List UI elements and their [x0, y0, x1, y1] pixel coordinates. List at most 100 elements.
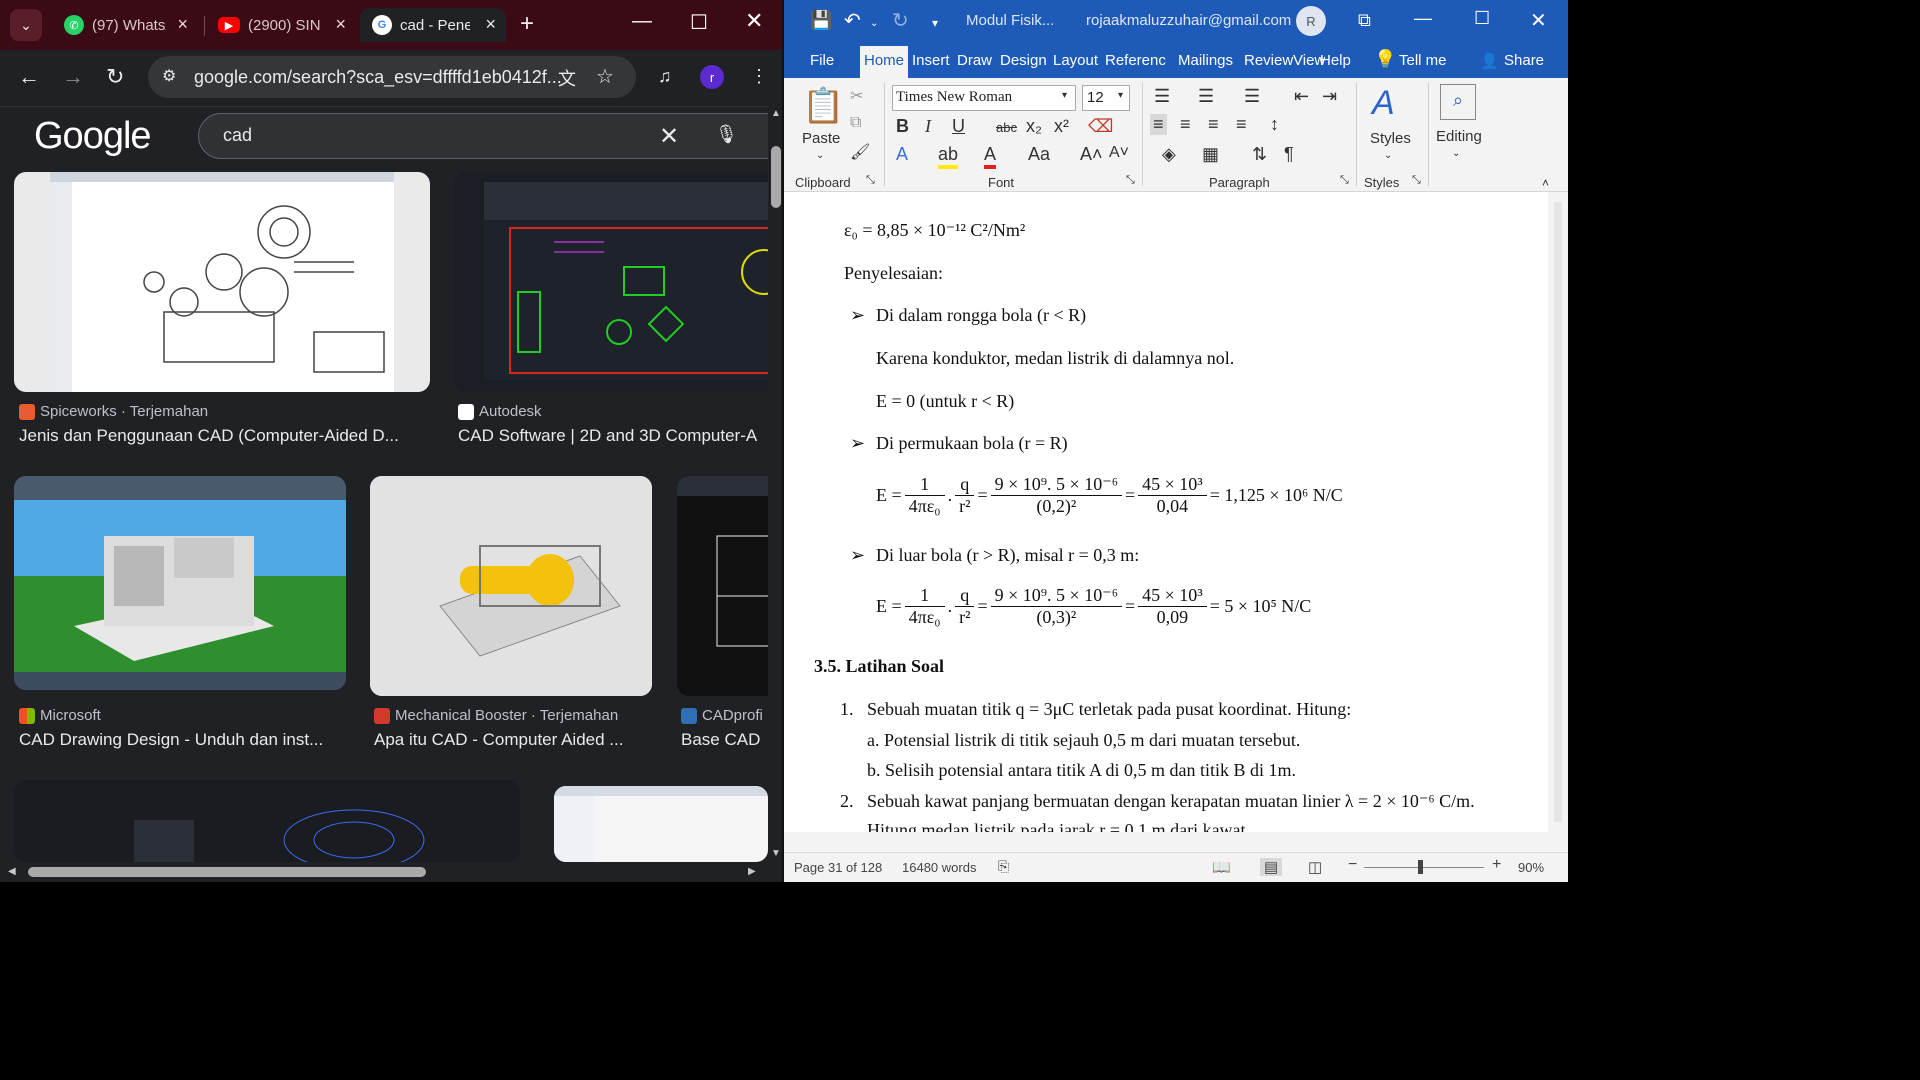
share-button[interactable]: Share — [1504, 52, 1544, 69]
tab-design[interactable]: Design — [1000, 52, 1047, 69]
tab-layout[interactable]: Layout — [1053, 52, 1098, 69]
superscript-button[interactable]: x² — [1054, 116, 1069, 137]
show-formatting-icon[interactable]: ¶ — [1284, 144, 1294, 165]
close-tab-icon[interactable]: × — [485, 14, 496, 35]
zoom-slider-thumb[interactable] — [1418, 860, 1423, 874]
bold-button[interactable]: B — [896, 116, 909, 137]
account-avatar[interactable]: R — [1296, 6, 1326, 36]
scroll-down-icon[interactable]: ▼ — [771, 848, 781, 859]
maximize-button[interactable]: ☐ — [1474, 8, 1490, 29]
media-controls-icon[interactable]: ♫ — [658, 66, 672, 87]
tab-file[interactable]: File — [810, 52, 834, 69]
tab-insert[interactable]: Insert — [912, 52, 950, 69]
align-right-button[interactable]: ≡ — [1208, 114, 1219, 135]
dialog-launcher-icon[interactable]: ⤡ — [1412, 174, 1421, 187]
font-name-input[interactable]: Times New Roman — [892, 85, 1076, 111]
result-title[interactable]: Jenis dan Penggunaan CAD (Computer-Aided… — [19, 426, 429, 446]
account-email[interactable]: rojaakmaluzzuhair@gmail.com — [1086, 12, 1291, 29]
paste-options-icon[interactable]: ⌄ — [816, 150, 824, 161]
word-count[interactable]: 16480 words — [902, 860, 976, 875]
styles-dropdown-icon[interactable]: ⌄ — [1384, 150, 1392, 161]
multilevel-list-icon[interactable]: ☰ — [1244, 86, 1260, 107]
scrollbar-thumb[interactable] — [771, 146, 781, 208]
scrollbar-thumb[interactable] — [28, 867, 426, 877]
read-mode-icon[interactable]: 📖 — [1212, 858, 1231, 876]
save-icon[interactable]: 💾 — [810, 10, 832, 31]
close-window-button[interactable]: ✕ — [745, 8, 763, 34]
editing-button[interactable]: Editing — [1436, 128, 1482, 145]
microphone-icon[interactable]: 🎙 — [715, 124, 738, 145]
text-effects-icon[interactable]: A — [896, 144, 908, 165]
font-dropdown-icon[interactable]: ▾ — [1062, 90, 1067, 101]
bullets-icon[interactable]: ☰ — [1154, 86, 1170, 107]
dialog-launcher-icon[interactable]: ⤡ — [1340, 174, 1349, 187]
underline-button[interactable]: U — [952, 116, 965, 137]
scrollbar-track[interactable] — [1554, 202, 1562, 822]
paste-button[interactable]: Paste — [802, 130, 840, 147]
highlight-icon[interactable]: ab — [938, 144, 959, 169]
dialog-launcher-icon[interactable]: ⤡ — [1126, 174, 1135, 187]
size-dropdown-icon[interactable]: ▾ — [1118, 90, 1123, 101]
result-title[interactable]: Base CAD — [681, 730, 771, 750]
reload-icon[interactable]: ↻ — [106, 64, 124, 90]
scroll-left-icon[interactable]: ◀ — [8, 866, 16, 877]
paste-icon[interactable]: 📋 — [802, 86, 844, 126]
minimize-button[interactable]: — — [632, 10, 652, 33]
scroll-up-icon[interactable]: ▲ — [771, 108, 781, 119]
borders-icon[interactable]: ▦ — [1202, 144, 1219, 165]
profile-avatar[interactable]: r — [700, 65, 724, 89]
tell-me-search[interactable]: Tell me — [1399, 52, 1447, 69]
shrink-font-icon[interactable]: A˅ — [1109, 144, 1129, 162]
line-spacing-icon[interactable]: ↕ — [1270, 114, 1279, 135]
subscript-button[interactable]: x₂ — [1026, 116, 1042, 137]
italic-button[interactable]: I — [925, 116, 931, 137]
format-painter-icon[interactable]: 🖌 — [850, 142, 870, 162]
result-image-spiceworks[interactable] — [14, 172, 430, 392]
bookmark-star-icon[interactable]: ☆ — [596, 64, 614, 89]
share-icon[interactable]: 👤 — [1480, 52, 1499, 70]
close-tab-icon[interactable]: × — [177, 14, 188, 35]
result-title[interactable]: CAD Software | 2D and 3D Computer-A — [458, 426, 768, 446]
undo-icon[interactable]: ↶ — [844, 8, 861, 33]
result-title[interactable]: Apa itu CAD - Computer Aided ... — [374, 730, 644, 750]
tab-search-button[interactable]: ⌄ — [10, 9, 42, 41]
result-source[interactable]: Mechanical Booster · Terjemahan — [374, 707, 664, 724]
tab-references[interactable]: Referenc — [1105, 52, 1166, 69]
search-input[interactable]: cad — [223, 125, 252, 146]
zoom-level[interactable]: 90% — [1518, 860, 1544, 875]
strikethrough-button[interactable]: abc — [996, 120, 1017, 135]
copy-icon[interactable]: ⧉ — [850, 114, 861, 132]
print-layout-icon[interactable]: ▤ — [1260, 858, 1283, 876]
find-icon[interactable]: ⌕ — [1440, 84, 1476, 120]
change-case-icon[interactable]: Aa — [1028, 144, 1050, 165]
zoom-slider[interactable] — [1364, 867, 1484, 868]
zoom-out-icon[interactable]: − — [1348, 856, 1357, 874]
decrease-indent-icon[interactable]: ⇤ — [1294, 86, 1309, 107]
tab-review[interactable]: Review — [1244, 52, 1293, 69]
search-box[interactable]: cad ✕ 🎙 — [198, 113, 784, 159]
tab-help[interactable]: Help — [1320, 52, 1351, 69]
ribbon-display-options-icon[interactable]: ⧉ — [1358, 10, 1371, 31]
tab-whatsapp[interactable]: ✆ (97) WhatsApp × — [52, 8, 198, 42]
result-image-partial[interactable] — [554, 786, 768, 862]
result-image-partial[interactable] — [14, 780, 520, 862]
maximize-button[interactable]: ☐ — [690, 10, 708, 35]
scroll-right-icon[interactable]: ▶ — [748, 866, 756, 877]
document-vertical-scrollbar[interactable] — [1548, 192, 1568, 832]
redo-icon[interactable]: ↻ — [892, 8, 909, 33]
minimize-button[interactable]: — — [1414, 8, 1432, 29]
web-layout-icon[interactable]: ◫ — [1308, 858, 1322, 876]
result-image-microsoft[interactable] — [14, 476, 346, 690]
cut-icon[interactable]: ✂ — [850, 86, 863, 106]
dialog-launcher-icon[interactable]: ⤡ — [866, 174, 875, 187]
close-window-button[interactable]: ✕ — [1530, 8, 1547, 33]
document-page[interactable]: ε₀ = 8,85 × 10⁻¹² C²/Nm² Penyelesaian: ➢… — [784, 192, 1548, 832]
back-icon[interactable]: ← — [18, 64, 40, 90]
grow-font-icon[interactable]: A˄ — [1080, 144, 1103, 165]
sort-icon[interactable]: ⇅ — [1252, 144, 1267, 165]
forward-icon[interactable]: → — [62, 64, 84, 90]
collapse-ribbon-icon[interactable]: ˄ — [1542, 176, 1549, 190]
clear-formatting-icon[interactable]: ⌫ — [1088, 116, 1113, 137]
justify-button[interactable]: ≡ — [1236, 114, 1247, 135]
styles-button[interactable]: Styles — [1370, 130, 1411, 147]
